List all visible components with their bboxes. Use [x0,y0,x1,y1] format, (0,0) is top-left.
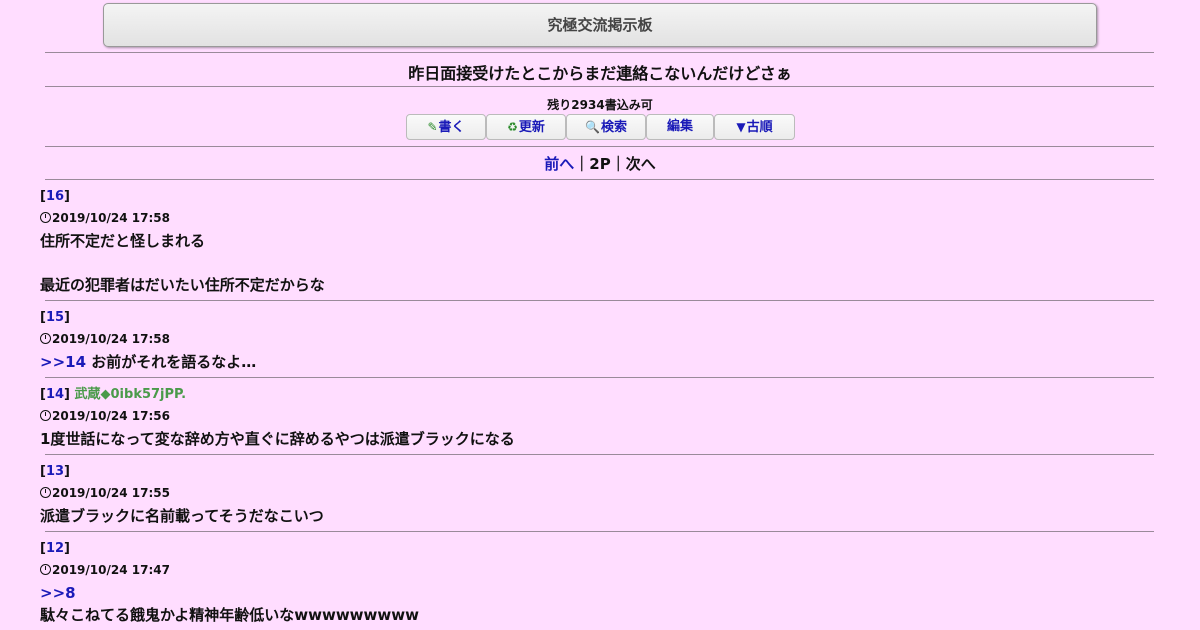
triangle-down-icon: ▼ [736,120,746,134]
post-number: [15] [40,310,70,325]
divider [45,531,1154,532]
thread-toolbar: ✎書く ♻更新 🔍検索 編集 ▼古順 [406,114,795,140]
board-title: 究極交流掲示板 [547,16,653,34]
post-number: [16] [40,189,70,204]
post-date: 2019/10/24 17:55 [40,485,1154,502]
post-body: 派遣ブラックに名前載ってそうだなこいつ [40,505,1154,527]
post: [15] 2019/10/24 17:58 >>14 お前がそれを語るなよ… [40,309,1154,373]
post-body-line: 最近の犯罪者はだいたい住所不定だからな [40,276,325,294]
pencil-icon: ✎ [427,120,438,134]
next-page-link[interactable]: 次へ [626,155,656,173]
refresh-icon: ♻ [507,120,518,134]
prev-page-link[interactable]: 前へ [544,155,574,173]
pager-separator: ｜ [610,155,626,173]
post-date: 2019/10/24 17:56 [40,408,1154,425]
divider [45,300,1154,301]
post-body-text: 駄々こねてる餓鬼かよ精神年齢低いなwwwwwwwww [40,606,419,624]
pager-separator: ｜ [574,155,590,173]
clock-icon [40,212,51,223]
poster-name: 武蔵◆0ibk57jPP. [74,387,187,402]
thread-title: 昨日面接受けたとこからまだ連絡こないんだけどさぁ [408,64,792,83]
post-date: 2019/10/24 17:47 [40,562,1154,579]
clock-icon [40,333,51,344]
post-number-link[interactable]: 15 [46,310,64,325]
post-number-link[interactable]: 13 [46,464,64,479]
sort-oldest-button[interactable]: ▼古順 [714,114,795,140]
post-body-line: 住所不定だと怪しまれる [40,232,206,250]
post-date: 2019/10/24 17:58 [40,210,1154,227]
post-body: 1度世話になって変な辞め方や直ぐに辞めるやつは派遣ブラックになる [40,428,1154,450]
post-body: >>8 駄々こねてる餓鬼かよ精神年齢低いなwwwwwwwww [40,582,1154,626]
refresh-button-label: 更新 [518,120,545,135]
write-button[interactable]: ✎書く [406,114,486,140]
remaining-posts-count: 残り2934書込み可 [547,98,653,112]
edit-button-label: 編集 [666,119,693,134]
post-number-link[interactable]: 12 [46,541,64,556]
post-date-text: 2019/10/24 17:58 [52,332,170,346]
post: [14] 武蔵◆0ibk57jPP. 2019/10/24 17:56 1度世話… [40,386,1154,450]
post-body-text: お前がそれを語るなよ… [86,353,257,371]
post-date-text: 2019/10/24 17:56 [52,409,170,423]
divider [45,86,1154,87]
clock-icon [40,410,51,421]
edit-button[interactable]: 編集 [646,114,714,140]
post: [12] 2019/10/24 17:47 >>8 駄々こねてる餓鬼かよ精神年齢… [40,540,1154,626]
post-date-text: 2019/10/24 17:47 [52,563,170,577]
post-number: [14] 武蔵◆0ibk57jPP. [40,387,187,402]
search-button[interactable]: 🔍検索 [566,114,646,140]
divider [45,179,1154,180]
post-date-text: 2019/10/24 17:55 [52,486,170,500]
post-body-text: 派遣ブラックに名前載ってそうだなこいつ [40,507,324,525]
divider [45,146,1154,147]
post-date-text: 2019/10/24 17:58 [52,211,170,225]
clock-icon [40,487,51,498]
post-number: [13] [40,464,70,479]
current-page: 2P [589,155,611,173]
post: [16] 2019/10/24 17:58 住所不定だと怪しまれる 最近の犯罪者… [40,188,1154,296]
divider [45,454,1154,455]
post-number: [12] [40,541,70,556]
reply-anchor-link[interactable]: >>8 [40,584,76,602]
reply-anchor-link[interactable]: >>14 [40,353,86,371]
post: [13] 2019/10/24 17:55 派遣ブラックに名前載ってそうだなこい… [40,463,1154,527]
board-header: 究極交流掲示板 [103,3,1097,47]
refresh-button[interactable]: ♻更新 [486,114,566,140]
search-button-label: 検索 [600,120,627,135]
clock-icon [40,564,51,575]
post-body: >>14 お前がそれを語るなよ… [40,351,1154,373]
post-body-text: 1度世話になって変な辞め方や直ぐに辞めるやつは派遣ブラックになる [40,430,515,448]
pagination: 前へ｜2P｜次へ [0,153,1200,174]
sort-oldest-label: 古順 [746,120,773,135]
divider [45,377,1154,378]
post-number-link[interactable]: 14 [46,387,64,402]
write-button-label: 書く [438,120,465,135]
search-icon: 🔍 [585,120,600,134]
post-date: 2019/10/24 17:58 [40,331,1154,348]
post-body-line [40,252,1154,274]
divider [45,52,1154,53]
post-body: 住所不定だと怪しまれる 最近の犯罪者はだいたい住所不定だからな [40,230,1154,296]
post-number-link[interactable]: 16 [46,189,64,204]
